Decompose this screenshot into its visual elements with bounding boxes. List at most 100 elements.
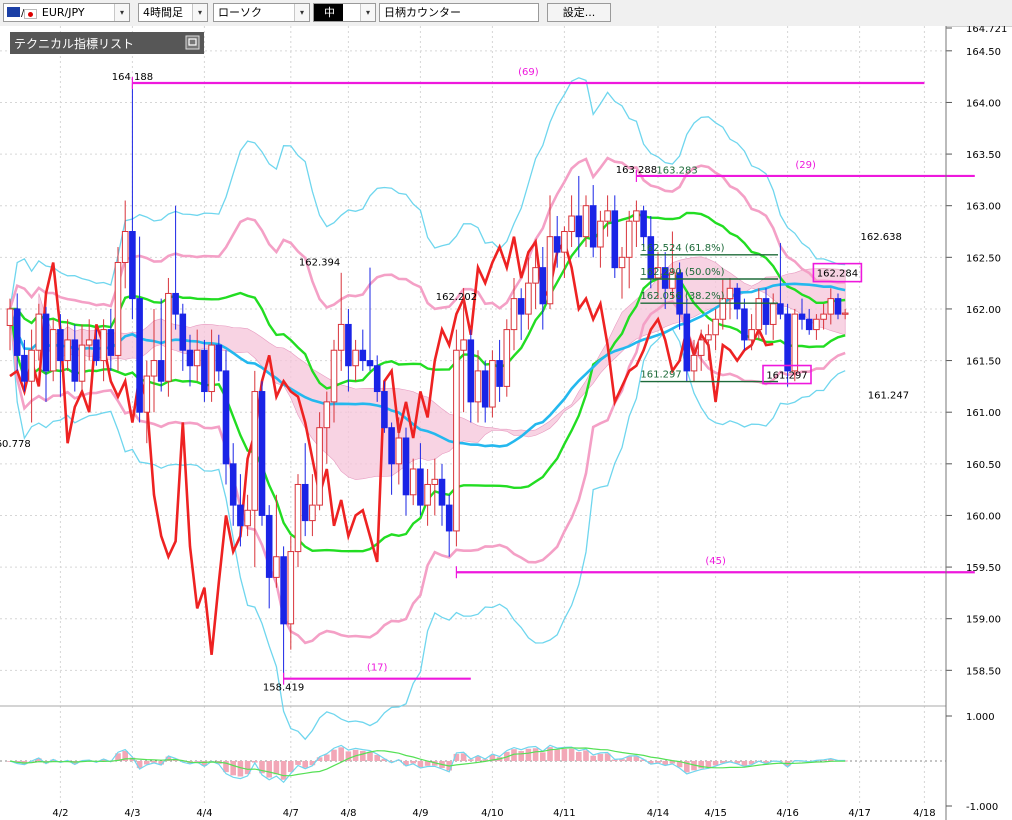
candle-down [517,298,525,315]
chevron-down-icon[interactable]: ▾ [114,4,129,21]
day-counter-field[interactable]: 日柄カウンター [379,3,539,22]
osc-histogram-bar [554,749,560,761]
candle-up [604,210,611,222]
candle-down [438,478,446,506]
day-counter-label: (69) [518,67,539,78]
japan-flag-icon [24,9,38,19]
y-tick-label: 164.00 [966,98,1001,109]
x-tick-label: 4/3 [124,808,140,819]
chevron-down-icon[interactable]: ▾ [294,4,309,21]
chart-type-label: ローソク [218,6,262,19]
x-tick-label: 4/11 [553,808,575,819]
candle-up [748,329,755,341]
day-counter-label: 日柄カウンター [384,6,461,19]
y-tick-label: 159.00 [966,615,1001,626]
candle-down [107,329,115,356]
candle-up [791,313,799,372]
osc-histogram-bar [331,749,337,761]
candle-down [157,360,165,382]
osc-histogram-bar [324,754,330,761]
candle-down [388,427,395,465]
osc-histogram-bar [597,753,604,761]
y-tick-label: 161.00 [966,408,1001,419]
candle-up [489,360,496,408]
eu-flag-icon [7,7,20,17]
candle-up [244,509,251,527]
fibonacci-label: 162.524 (61.8%) [640,243,724,254]
x-tick-label: 4/18 [913,808,935,819]
osc-histogram-bar [576,751,582,761]
symbol-select[interactable]: / EUR/JPY ▾ [3,3,130,22]
candle-up [474,370,482,403]
candle-down [359,349,367,362]
candle-up [64,339,71,362]
candle-up [532,267,539,284]
toolbar: / EUR/JPY ▾ 4時間足 ▾ ローソク ▾ 中 ▾ 日柄カウンター 設定… [0,0,1012,27]
candle-down [741,308,748,341]
chart-type-select[interactable]: ローソク ▾ [213,3,310,22]
candle-down [539,267,547,305]
y-tick-label: 161.50 [966,357,1001,368]
x-tick-label: 4/14 [647,808,669,819]
candle-up [503,329,511,387]
osc-histogram-bar [583,750,589,761]
candle-down [129,231,136,300]
candle-up [352,349,359,367]
candle-up [561,231,568,253]
candle-down [345,323,352,367]
candle-up [525,282,532,315]
size-select[interactable]: 中 ▾ [313,3,376,22]
osc-histogram-bar [590,755,596,761]
osc-histogram-bar [367,751,373,761]
chart-area: 164.188160.778162.394162.202163.288162.6… [0,26,1007,820]
timeframe-select[interactable]: 4時間足 ▾ [138,3,208,22]
candle-up [453,349,460,532]
candle-down [21,354,28,382]
candle-up [827,298,835,315]
size-label: 中 [314,4,343,21]
candle-up [85,339,93,346]
candle-up [841,312,849,315]
fibonacci-label: 162.056 (38.2%) [640,291,724,302]
candle-down [553,236,561,253]
candle-up [409,468,417,496]
candle-up [712,318,719,336]
osc-histogram-bar [568,748,575,761]
x-tick-label: 4/7 [283,808,299,819]
candle-down [237,504,244,527]
candle-up [114,261,122,356]
y-tick-label: 162.50 [966,253,1001,264]
candle-down [417,468,424,506]
chevron-down-icon[interactable]: ▾ [360,4,375,21]
indicator-panel-title: テクニカル指標リスト [14,36,134,51]
osc-histogram-bar [410,761,416,764]
settings-button[interactable]: 設定... [547,3,611,22]
candle-down [784,313,791,372]
candle-up [287,551,295,625]
osc-histogram-bar [705,761,712,768]
price-label: 160.778 [0,439,31,450]
candle-up [633,210,640,222]
candle-up [208,344,215,393]
candle-down [201,349,208,393]
candle-down [57,329,64,362]
candle-up [337,323,345,351]
candle-up [316,427,323,506]
indicator-panel[interactable]: テクニカル指標リスト [10,32,204,54]
collapse-icon[interactable] [185,35,200,50]
candle-down [402,437,410,496]
osc-histogram-bar [360,750,366,761]
day-counter-label: (45) [705,556,726,567]
chevron-down-icon[interactable]: ▾ [192,4,207,21]
candle-up [28,349,35,382]
candle-down [222,370,230,465]
y-tick-label: 163.00 [966,202,1001,213]
candle-up [6,308,14,326]
candle-down [172,292,179,315]
price-label: 162.394 [299,257,340,268]
day-counter-label: (29) [795,160,816,171]
x-tick-label: 4/9 [412,808,428,819]
day-counter-label: (17) [367,663,388,674]
candle-down [265,514,273,578]
y-tick-label: 160.00 [966,511,1001,522]
